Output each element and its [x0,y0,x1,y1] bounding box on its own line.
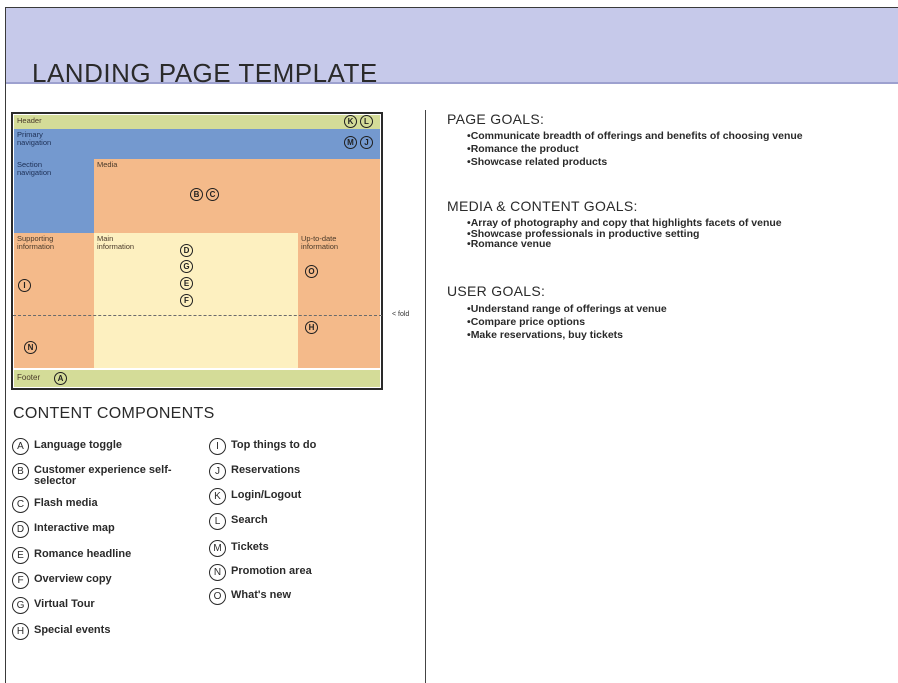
legend-label: Top things to do [231,439,317,451]
wire-uptodate-label: Up-to-date information [301,234,339,251]
legend-item-j: J Reservations [209,463,301,484]
marker-c: C [206,188,219,201]
wire-footer: Footer [14,370,380,387]
legend-label: Search [231,514,268,526]
wire-media-label: Media [97,160,118,169]
legend-label: What's new [231,589,292,601]
content-components-heading: CONTENT COMPONENTS [13,405,215,422]
marker-k: K [344,115,357,128]
marker-n: N [24,341,37,354]
wire-primary-nav-label: Primary navigation [17,130,52,147]
list-item: Showcase related products [467,156,803,169]
marker-f: F [180,294,193,307]
legend-item-c: C Flash media [12,496,98,517]
marker-i: I [18,279,31,292]
list-item: Communicate breadth of offerings and ben… [467,130,803,143]
legend-letter: F [12,572,29,589]
marker-m: M [344,136,357,149]
column-divider [425,110,426,683]
list-item: Understand range of offerings at venue [467,303,667,316]
legend-letter: A [12,438,29,455]
legend-letter: M [209,540,226,557]
legend-label: Customer experience self-selector [34,464,172,487]
user-goals-heading: USER GOALS: [447,283,546,299]
legend-label: Flash media [34,497,98,509]
fold-line [13,315,382,316]
legend-letter: D [12,521,29,538]
wire-supporting-label: Supporting information [17,234,55,251]
legend-letter: E [12,547,29,564]
legend-letter: O [209,588,226,605]
legend-label: Overview copy [34,573,112,585]
list-item: Romance venue [467,239,782,250]
fold-label: < fold [392,311,410,318]
legend-item-n: N Promotion area [209,564,312,585]
marker-b: B [190,188,203,201]
title-banner: LANDING PAGE TEMPLATE [6,8,898,88]
wire-main: Main information [94,233,298,368]
legend-label: Romance headline [34,548,132,560]
wire-media: Media [94,159,380,233]
legend-item-e: E Romance headline [12,547,132,568]
list-item: Compare price options [467,316,667,329]
marker-o: O [305,265,318,278]
marker-a: A [54,372,67,385]
legend-letter: G [12,597,29,614]
wire-header: Header [14,115,380,129]
wire-section-nav-label: Section navigation [17,160,52,177]
marker-e: E [180,277,193,290]
list-item: Romance the product [467,143,803,156]
legend-item-i: I Top things to do [209,438,317,459]
marker-d: D [180,244,193,257]
legend-label: Virtual Tour [34,598,95,610]
list-item: Make reservations, buy tickets [467,329,667,342]
legend-letter: C [12,496,29,513]
legend-item-h: H Special events [12,623,111,644]
legend-item-k: K Login/Logout [209,488,302,509]
legend-letter: L [209,513,226,530]
marker-g: G [180,260,193,273]
user-goals-list: Understand range of offerings at venue C… [467,303,667,342]
legend-item-g: G Virtual Tour [12,597,95,618]
legend-letter: H [12,623,29,640]
media-goals-heading: MEDIA & CONTENT GOALS: [447,198,638,214]
legend-label: Special events [34,624,111,636]
legend-item-o: O What's new [209,588,292,609]
wire-footer-label: Footer [17,373,41,382]
legend-letter: I [209,438,226,455]
page: LANDING PAGE TEMPLATE Header Primary nav… [0,0,898,683]
legend-item-f: F Overview copy [12,572,112,593]
marker-h: H [305,321,318,334]
page-goals-list: Communicate breadth of offerings and ben… [467,130,803,169]
legend-label: Promotion area [231,565,312,577]
legend-letter: N [209,564,226,581]
wire-section-nav: Section navigation [14,159,94,233]
legend-letter: B [12,463,29,480]
marker-l: L [360,115,373,128]
legend-item-b: B Customer experience self-selector [12,463,174,487]
list-item: Array of photography and copy that highl… [467,218,782,229]
legend-label: Tickets [231,541,269,553]
legend-label: Language toggle [34,439,122,451]
media-goals-list: Array of photography and copy that highl… [467,218,782,250]
legend-label: Reservations [231,464,301,476]
legend-label: Login/Logout [231,489,302,501]
marker-j: J [360,136,373,149]
page-title: LANDING PAGE TEMPLATE [32,58,378,88]
legend-label: Interactive map [34,522,115,534]
legend-letter: J [209,463,226,480]
legend-item-d: D Interactive map [12,521,115,542]
page-goals-heading: PAGE GOALS: [447,111,545,127]
legend-item-a: A Language toggle [12,438,122,459]
wire-uptodate: Up-to-date information [298,233,380,368]
wire-main-label: Main information [97,234,135,251]
wire-primary-nav: Primary navigation [14,129,380,159]
wireframe-diagram: Header Primary navigation Section naviga… [11,112,383,390]
legend-item-l: L Search [209,513,268,534]
wire-header-label: Header [17,116,42,125]
legend-letter: K [209,488,226,505]
legend-item-m: M Tickets [209,540,269,561]
